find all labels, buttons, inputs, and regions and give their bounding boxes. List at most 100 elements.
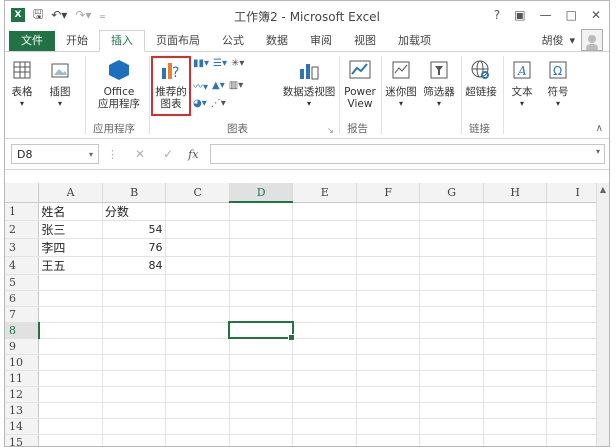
row-header[interactable]: 3 [5, 238, 40, 257]
cell[interactable] [102, 306, 167, 323]
cell[interactable] [165, 370, 230, 387]
cell[interactable] [229, 370, 294, 387]
cell[interactable] [292, 418, 357, 435]
enter-icon[interactable]: ✓ [163, 147, 173, 161]
row-header[interactable]: 14 [5, 418, 40, 435]
column-header-e[interactable]: E [292, 183, 357, 203]
row-header[interactable]: 2 [5, 220, 40, 239]
sparklines-button[interactable]: 迷你图 ▾ [383, 58, 419, 110]
cell[interactable] [165, 434, 230, 446]
cell[interactable] [229, 220, 294, 239]
cell-b2[interactable]: 54 [102, 220, 167, 239]
cell[interactable] [292, 306, 357, 323]
cell[interactable] [483, 274, 548, 291]
column-header-d[interactable]: D [229, 183, 294, 203]
cell[interactable] [229, 238, 294, 257]
insert-function-button[interactable]: fx [188, 148, 198, 161]
cell[interactable] [165, 322, 230, 339]
cell[interactable] [165, 220, 230, 239]
cell[interactable] [229, 386, 294, 403]
customize-toolbar-icon[interactable]: ₌ [99, 8, 105, 22]
cell[interactable] [165, 402, 230, 419]
tab-data[interactable]: 数据 [255, 31, 299, 51]
cell[interactable] [102, 338, 167, 355]
cell[interactable] [419, 274, 484, 291]
recommended-charts-button[interactable]: ? 推荐的 图表 [151, 56, 191, 116]
cell[interactable] [229, 274, 294, 291]
cell[interactable] [483, 290, 548, 307]
cell[interactable] [102, 274, 167, 291]
cell[interactable] [419, 290, 484, 307]
cell[interactable] [165, 338, 230, 355]
cell-b3[interactable]: 76 [102, 238, 167, 257]
row-header[interactable]: 13 [5, 402, 40, 419]
cell[interactable] [229, 418, 294, 435]
cell[interactable] [483, 418, 548, 435]
column-header-a[interactable]: A [38, 183, 103, 203]
redo-icon[interactable]: ↷▾ [75, 8, 91, 22]
row-header[interactable]: 15 [5, 434, 40, 446]
cell-a4[interactable]: 王五 [38, 256, 103, 275]
cell[interactable] [483, 202, 548, 221]
cell[interactable] [292, 402, 357, 419]
text-button[interactable]: A 文本 ▾ [507, 58, 537, 110]
cell[interactable] [483, 338, 548, 355]
cell[interactable] [102, 402, 167, 419]
cell[interactable] [165, 386, 230, 403]
cell[interactable] [483, 322, 548, 339]
cell[interactable] [102, 386, 167, 403]
save-icon[interactable]: 🖫 [33, 5, 43, 26]
cell-a2[interactable]: 张三 [38, 220, 103, 239]
cell-a3[interactable]: 李四 [38, 238, 103, 257]
cell[interactable] [483, 256, 548, 275]
table-button[interactable]: 表格 ▾ [9, 58, 35, 110]
pivot-chart-button[interactable]: 数据透视图 ▾ [281, 58, 337, 110]
illustrations-button[interactable]: 插图 ▾ [45, 58, 75, 110]
tab-view[interactable]: 视图 [343, 31, 387, 51]
cell[interactable] [419, 238, 484, 257]
row-header[interactable]: 11 [5, 370, 40, 387]
cell[interactable] [356, 238, 421, 257]
power-view-button[interactable]: Power View [343, 58, 377, 110]
cell[interactable] [292, 220, 357, 239]
cell[interactable] [356, 338, 421, 355]
cell[interactable] [165, 238, 230, 257]
cell[interactable] [356, 306, 421, 323]
cell[interactable] [292, 386, 357, 403]
ribbon-display-button[interactable]: ▣ [514, 8, 525, 22]
cell[interactable] [165, 256, 230, 275]
row-header-selected[interactable]: 8 [5, 322, 40, 339]
cell[interactable] [229, 402, 294, 419]
cell[interactable] [38, 370, 103, 387]
tab-insert[interactable]: 插入 [99, 30, 145, 52]
cell[interactable] [419, 202, 484, 221]
cell[interactable] [292, 370, 357, 387]
cell[interactable] [229, 434, 294, 446]
column-header-g[interactable]: G [419, 183, 484, 203]
cell[interactable] [38, 290, 103, 307]
name-box[interactable]: D8 ▾ [11, 144, 99, 164]
cell[interactable] [356, 370, 421, 387]
area-chart-icon[interactable]: ▲▾ [212, 80, 225, 91]
cell[interactable] [483, 434, 548, 446]
cell[interactable] [419, 434, 484, 446]
cell[interactable] [356, 322, 421, 339]
scroll-up-icon[interactable]: ▲ [597, 185, 609, 194]
star-chart-icon[interactable]: ✳▾ [231, 58, 244, 69]
row-header[interactable]: 4 [5, 256, 40, 275]
line-chart-icon[interactable]: 〰▾ [193, 78, 208, 93]
cell[interactable] [419, 338, 484, 355]
cell[interactable] [356, 290, 421, 307]
pie-chart-icon[interactable]: ◕▾ [193, 98, 207, 109]
cancel-icon[interactable]: ✕ [135, 147, 145, 161]
cell[interactable] [292, 238, 357, 257]
row-header[interactable]: 1 [5, 202, 40, 221]
stock-chart-icon[interactable]: ▥▾ [229, 80, 243, 91]
cell[interactable] [292, 434, 357, 446]
cell[interactable] [229, 290, 294, 307]
cell[interactable] [356, 434, 421, 446]
cell[interactable] [102, 322, 167, 339]
column-chart-icon[interactable]: ▮▮▾ [193, 58, 209, 69]
cell[interactable] [102, 434, 167, 446]
cell-a1[interactable]: 姓名 [38, 202, 103, 221]
